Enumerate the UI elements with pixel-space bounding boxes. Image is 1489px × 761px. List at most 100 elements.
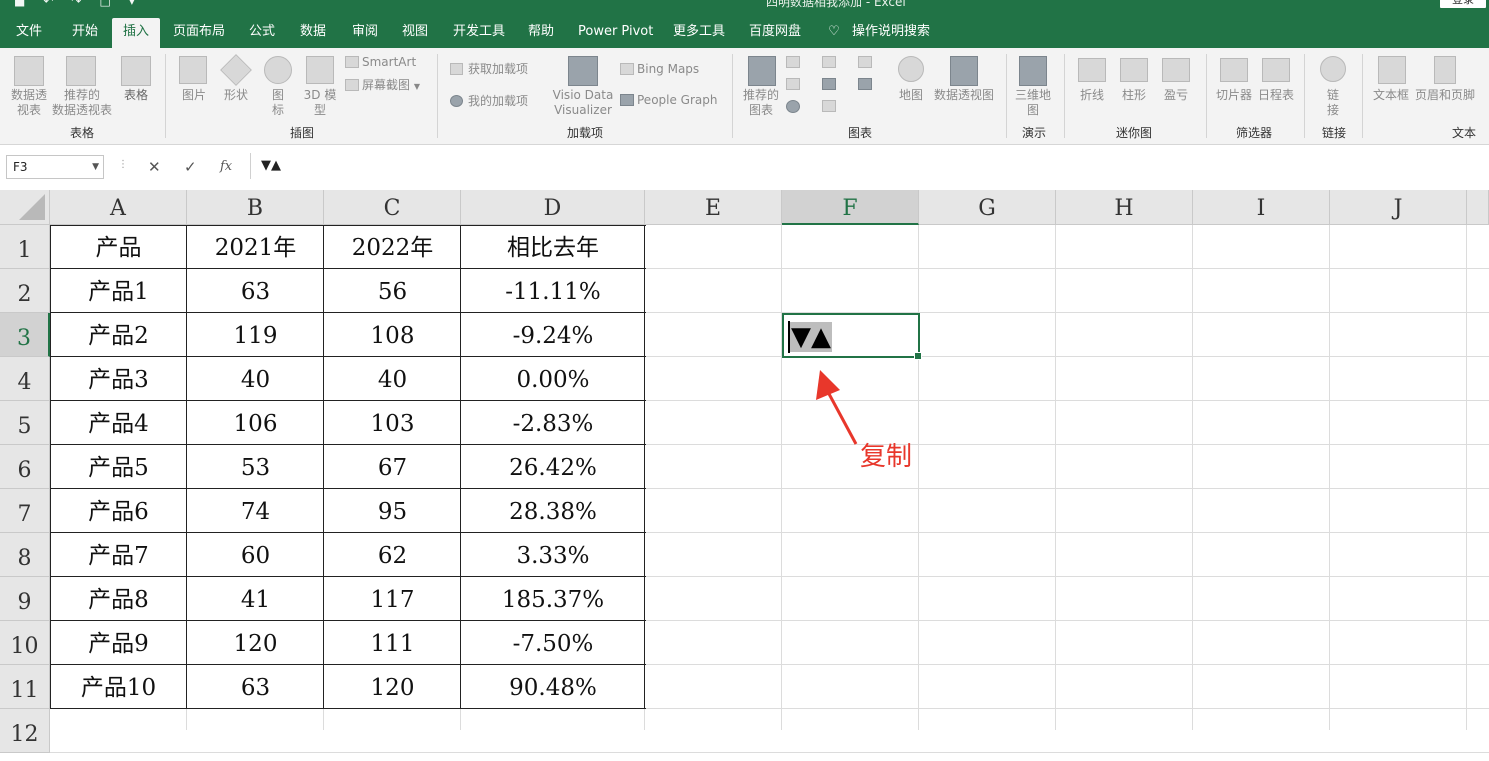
column-header-h[interactable]: H: [1056, 190, 1193, 225]
column-header-overflow[interactable]: [1467, 190, 1489, 225]
cell-a7[interactable]: 产品6: [50, 489, 187, 533]
tab-review[interactable]: 审阅: [350, 16, 380, 48]
cell-b10[interactable]: 120: [187, 621, 324, 665]
cell-b8[interactable]: 60: [187, 533, 324, 577]
tab-help[interactable]: 帮助: [526, 16, 556, 48]
sparkline-winloss-button[interactable]: 盈亏: [1158, 88, 1194, 103]
tab-baidu-netdisk[interactable]: 百度网盘: [748, 16, 802, 48]
active-cell-f3[interactable]: ▼▲: [782, 313, 922, 360]
3d-models-button[interactable]: 3D 模 型: [300, 88, 340, 118]
bing-maps-button[interactable]: Bing Maps: [637, 62, 699, 77]
cell-a11[interactable]: 产品10: [50, 665, 187, 709]
column-header-e[interactable]: E: [645, 190, 782, 225]
pie-chart-icon[interactable]: [786, 100, 800, 113]
redo-icon[interactable]: ↷: [71, 0, 81, 8]
row-header-12[interactable]: 12: [0, 709, 50, 753]
cell-c6[interactable]: 67: [324, 445, 461, 489]
tab-file[interactable]: 文件: [14, 16, 44, 48]
cell-c2[interactable]: 56: [324, 269, 461, 313]
cell-b9[interactable]: 41: [187, 577, 324, 621]
slicer-button[interactable]: 切片器: [1214, 88, 1254, 103]
login-button[interactable]: 登录: [1440, 0, 1486, 8]
save-icon[interactable]: ■: [14, 0, 25, 8]
cell-b4[interactable]: 40: [187, 357, 324, 401]
waterfall-chart-icon[interactable]: [858, 56, 872, 68]
tab-power-pivot[interactable]: Power Pivot: [578, 16, 653, 48]
header-cell-a1[interactable]: 产品: [50, 225, 187, 269]
tab-developer[interactable]: 开发工具: [452, 16, 506, 48]
row-header-8[interactable]: 8: [0, 533, 50, 577]
column-header-b[interactable]: B: [187, 190, 324, 225]
shapes-button[interactable]: 形状: [218, 88, 254, 103]
cell-b6[interactable]: 53: [187, 445, 324, 489]
timeline-button[interactable]: 日程表: [1256, 88, 1296, 103]
cell-b11[interactable]: 63: [187, 665, 324, 709]
header-footer-button[interactable]: 页眉和页脚: [1414, 88, 1476, 103]
column-header-c[interactable]: C: [324, 190, 461, 225]
pivot-chart-button[interactable]: 数据透视图: [932, 88, 996, 103]
column-header-d[interactable]: D: [461, 190, 645, 225]
screenshot-button[interactable]: 屏幕截图 ▼: [362, 78, 420, 94]
customize-icon[interactable]: ▾: [129, 0, 135, 8]
column-chart-icon[interactable]: [786, 56, 800, 68]
cell-b5[interactable]: 106: [187, 401, 324, 445]
cell-b3[interactable]: 119: [187, 313, 324, 357]
hierarchy-chart-icon[interactable]: [822, 56, 836, 68]
tab-data[interactable]: 数据: [298, 16, 328, 48]
active-cell-value[interactable]: ▼▲: [790, 322, 832, 352]
cell-b2[interactable]: 63: [187, 269, 324, 313]
tab-tell-me[interactable]: 操作说明搜索: [852, 16, 930, 48]
cell-a6[interactable]: 产品5: [50, 445, 187, 489]
link-button[interactable]: 链 接: [1318, 88, 1348, 118]
formula-input[interactable]: ▼▲: [250, 153, 1489, 179]
cell-c10[interactable]: 111: [324, 621, 461, 665]
line-chart-icon[interactable]: [786, 78, 800, 90]
pictures-button[interactable]: 图片: [176, 88, 212, 103]
visio-visualizer-button[interactable]: Visio Data Visualizer: [550, 88, 616, 118]
row-header-5[interactable]: 5: [0, 401, 50, 445]
tab-page-layout[interactable]: 页面布局: [172, 16, 226, 48]
column-header-i[interactable]: I: [1193, 190, 1330, 225]
cell-d11[interactable]: 90.48%: [461, 665, 645, 709]
cell-a3[interactable]: 产品2: [50, 313, 187, 357]
recommended-charts-button[interactable]: 推荐的 图表: [740, 88, 782, 118]
worksheet-grid[interactable]: ABCDEFGHIJ 1 2 3 4 5 6 7 8 9 10 11 12 产品 2021年 2022年相…: [0, 190, 1489, 753]
column-header-j[interactable]: J: [1330, 190, 1467, 225]
my-addins-button[interactable]: 我的加载项: [468, 94, 528, 109]
icons-button[interactable]: 图 标: [262, 88, 294, 118]
tab-formulas[interactable]: 公式: [248, 16, 276, 48]
enter-icon[interactable]: ✓: [184, 155, 197, 179]
tab-view[interactable]: 视图: [400, 16, 430, 48]
table-button[interactable]: 表格: [118, 88, 154, 103]
cell-c11[interactable]: 120: [324, 665, 461, 709]
smartart-button[interactable]: SmartArt: [362, 55, 416, 70]
header-cell-d1[interactable]: 相比去年: [461, 225, 645, 269]
row-header-7[interactable]: 7: [0, 489, 50, 533]
column-header-f[interactable]: F: [782, 190, 919, 225]
cell-d6[interactable]: 26.42%: [461, 445, 645, 489]
row-header-9[interactable]: 9: [0, 577, 50, 621]
recommended-pivot-button[interactable]: 推荐的 数据透视表: [50, 88, 114, 118]
cell-d2[interactable]: -11.11%: [461, 269, 645, 313]
cell-d8[interactable]: 3.33%: [461, 533, 645, 577]
cell-a4[interactable]: 产品3: [50, 357, 187, 401]
cell-d7[interactable]: 28.38%: [461, 489, 645, 533]
cell-c4[interactable]: 40: [324, 357, 461, 401]
sparkline-column-button[interactable]: 柱形: [1116, 88, 1152, 103]
column-header-a[interactable]: A: [50, 190, 187, 225]
fill-handle[interactable]: [914, 352, 922, 360]
select-all-button[interactable]: [0, 190, 50, 225]
chevron-down-icon[interactable]: ▼: [92, 156, 99, 178]
3d-map-button[interactable]: 三维地 图: [1012, 88, 1054, 118]
textbox-button[interactable]: 文本框: [1370, 88, 1412, 103]
people-graph-button[interactable]: People Graph: [637, 93, 718, 108]
row-header-2[interactable]: 2: [0, 269, 50, 313]
name-box[interactable]: F3 ▼: [6, 155, 104, 179]
cell-c8[interactable]: 62: [324, 533, 461, 577]
cell-a10[interactable]: 产品9: [50, 621, 187, 665]
row-header-4[interactable]: 4: [0, 357, 50, 401]
cell-c5[interactable]: 103: [324, 401, 461, 445]
cell-b7[interactable]: 74: [187, 489, 324, 533]
column-header-g[interactable]: G: [919, 190, 1056, 225]
cell-c7[interactable]: 95: [324, 489, 461, 533]
